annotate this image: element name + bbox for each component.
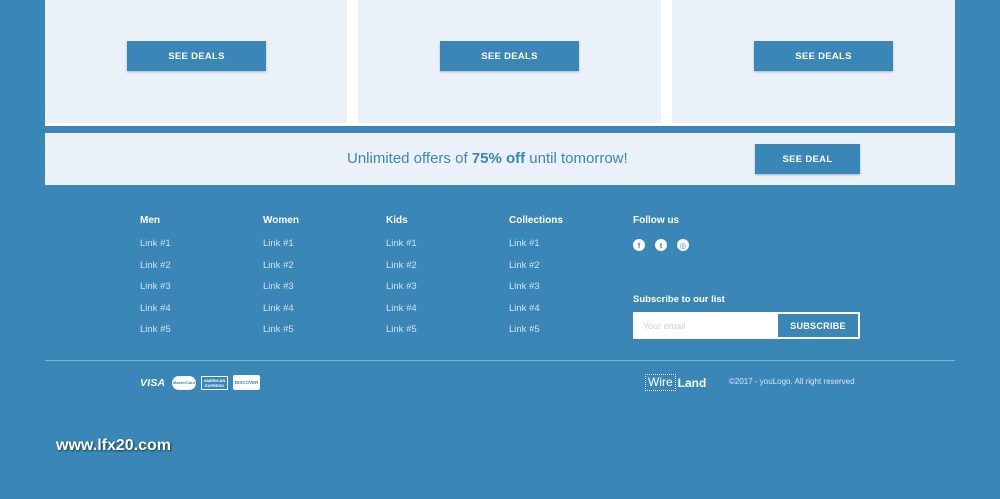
footer-link[interactable]: Link #4 xyxy=(509,303,619,315)
payment-logos: VISA MasterCard AMERICAN EXPRESS DISCOVE… xyxy=(140,375,260,390)
footer-link[interactable]: Link #4 xyxy=(386,303,496,315)
discover-logo: DISCOVER xyxy=(233,375,260,390)
email-input[interactable] xyxy=(633,312,778,339)
footer-link[interactable]: Link #5 xyxy=(509,324,619,336)
footer-link[interactable]: Link #4 xyxy=(263,303,373,315)
footer-link[interactable]: Link #4 xyxy=(140,303,250,315)
see-deals-button-3[interactable]: SEE DEALS xyxy=(754,41,893,71)
social-icons: f t ◎ xyxy=(633,239,689,251)
footer-link[interactable]: Link #1 xyxy=(140,238,250,250)
follow-us-title: Follow us xyxy=(633,215,680,226)
facebook-icon[interactable]: f xyxy=(633,239,645,251)
footer-divider xyxy=(45,360,955,361)
footer-column-title: Kids xyxy=(386,215,408,226)
footer-column-title: Men xyxy=(140,215,160,226)
brand-logo[interactable]: Wire Land xyxy=(645,374,706,391)
brand-logo-part1: Wire xyxy=(645,374,676,391)
footer-link[interactable]: Link #2 xyxy=(509,260,619,272)
footer-link[interactable]: Link #3 xyxy=(140,281,250,293)
footer-link[interactable]: Link #5 xyxy=(263,324,373,336)
footer-column-title: Women xyxy=(263,215,299,226)
amex-logo: AMERICAN EXPRESS xyxy=(201,375,228,390)
subscribe-title: Subscribe to our list xyxy=(633,294,725,305)
see-deals-button-1[interactable]: SEE DEALS xyxy=(127,41,266,71)
visa-logo: VISA xyxy=(140,376,166,389)
footer-column-women: Women Link #1 Link #2 Link #3 Link #4 Li… xyxy=(263,215,373,336)
instagram-icon[interactable]: ◎ xyxy=(677,239,689,251)
copyright-text: ©2017 - youLogo. All right reserved xyxy=(729,377,855,386)
footer-link[interactable]: Link #1 xyxy=(509,238,619,250)
footer-column-title: Collections xyxy=(509,215,563,226)
see-deal-button[interactable]: SEE DEAL xyxy=(755,144,860,174)
mastercard-logo: MasterCard xyxy=(172,375,196,390)
footer-column-men: Men Link #1 Link #2 Link #3 Link #4 Link… xyxy=(140,215,250,336)
footer-link[interactable]: Link #2 xyxy=(263,260,373,272)
footer-link[interactable]: Link #3 xyxy=(263,281,373,293)
footer-link[interactable]: Link #2 xyxy=(140,260,250,272)
see-deals-button-2[interactable]: SEE DEALS xyxy=(440,41,579,71)
brand-logo-part2: Land xyxy=(677,375,707,390)
offer-text: Unlimited offers of 75% off until tomorr… xyxy=(347,150,628,167)
deal-cards-section: SEE DEALS SEE DEALS SEE DEALS xyxy=(45,0,955,126)
footer-link[interactable]: Link #5 xyxy=(386,324,496,336)
footer-column-collections: Collections Link #1 Link #2 Link #3 Link… xyxy=(509,215,619,336)
footer-link[interactable]: Link #2 xyxy=(386,260,496,272)
footer-link[interactable]: Link #5 xyxy=(140,324,250,336)
deal-card-1: SEE DEALS xyxy=(45,0,347,123)
footer-link[interactable]: Link #1 xyxy=(386,238,496,250)
watermark-text: www.lfx20.com xyxy=(56,437,171,454)
footer-link[interactable]: Link #1 xyxy=(263,238,373,250)
footer-column-follow: Follow us xyxy=(633,215,743,229)
footer-link[interactable]: Link #3 xyxy=(509,281,619,293)
footer-link[interactable]: Link #3 xyxy=(386,281,496,293)
twitter-icon[interactable]: t xyxy=(655,239,667,251)
footer-column-kids: Kids Link #1 Link #2 Link #3 Link #4 Lin… xyxy=(386,215,496,336)
subscribe-form: SUBSCRIBE xyxy=(633,312,860,339)
subscribe-button[interactable]: SUBSCRIBE xyxy=(778,314,858,337)
offer-highlight: 75% off xyxy=(471,150,526,167)
offer-banner: Unlimited offers of 75% off until tomorr… xyxy=(45,133,955,185)
deal-card-2: SEE DEALS xyxy=(358,0,661,123)
offer-text-after: until tomorrow! xyxy=(525,150,628,167)
deal-card-3: SEE DEALS xyxy=(672,0,955,123)
offer-text-before: Unlimited offers of xyxy=(347,150,472,167)
